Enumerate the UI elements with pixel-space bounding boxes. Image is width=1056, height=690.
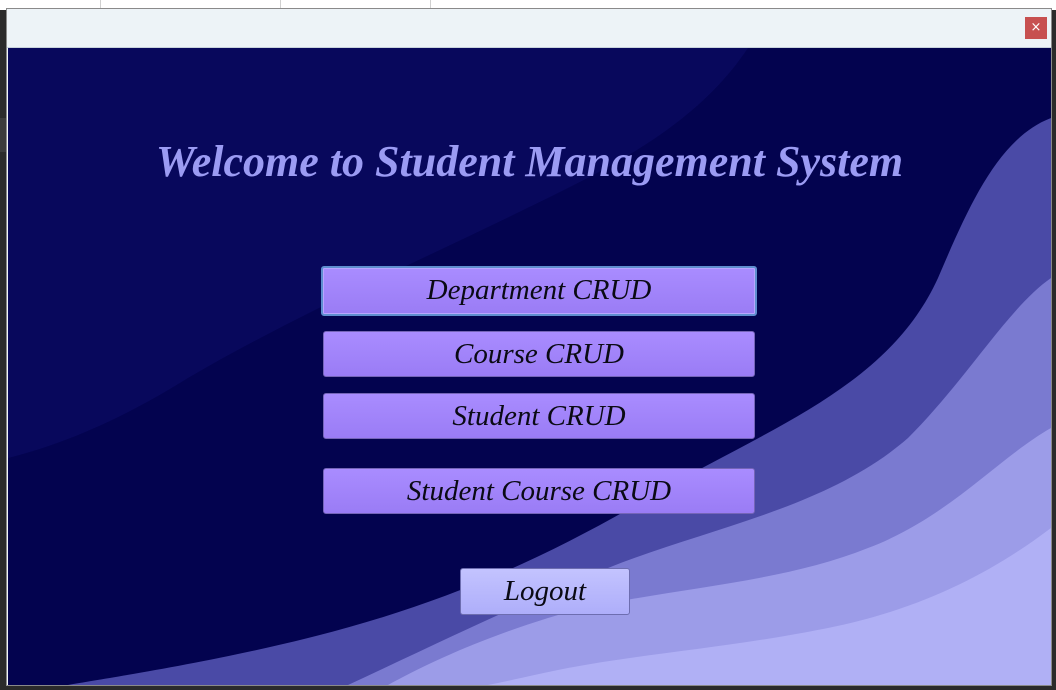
logout-button[interactable]: Logout [460, 568, 630, 615]
welcome-panel: Welcome to Student Management System Dep… [8, 48, 1051, 685]
main-window: × Welcome to Student Management System D… [6, 8, 1052, 686]
close-icon: × [1030, 20, 1042, 35]
department-crud-button[interactable]: Department CRUD [321, 266, 757, 316]
page-title: Welcome to Student Management System [155, 137, 904, 186]
title-bar[interactable]: × [7, 9, 1051, 48]
student-course-crud-button[interactable]: Student Course CRUD [323, 468, 755, 514]
close-button[interactable]: × [1025, 17, 1047, 39]
course-crud-button[interactable]: Course CRUD [323, 331, 755, 377]
student-crud-button[interactable]: Student CRUD [323, 393, 755, 439]
